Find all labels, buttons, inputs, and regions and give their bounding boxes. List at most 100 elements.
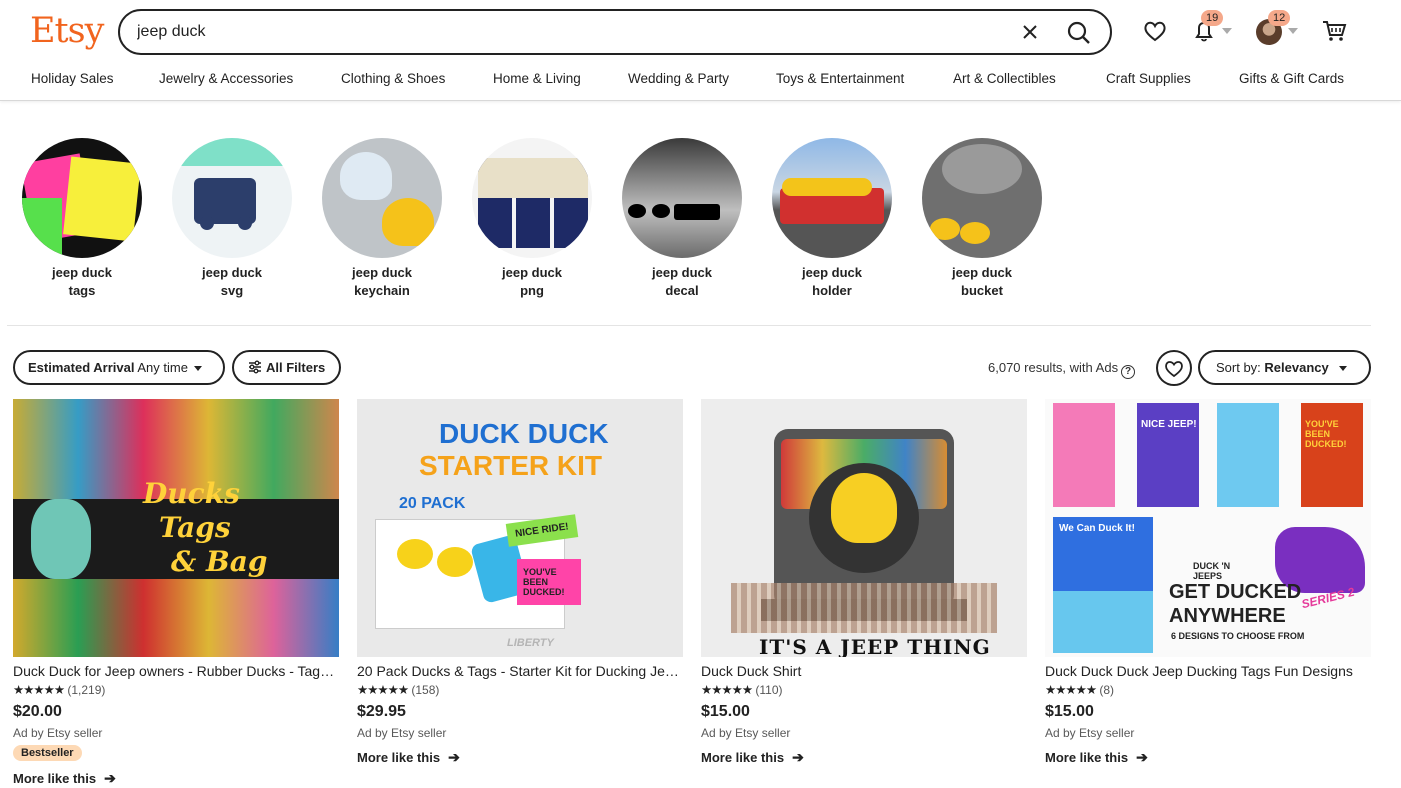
listing-rating: ★★★★★ (110) (701, 683, 1027, 697)
more-like-this-label: More like this (13, 771, 97, 786)
nav-item-holiday-sales[interactable]: Holiday Sales (31, 71, 114, 86)
related-search-image (772, 138, 892, 258)
listing-rating: ★★★★★ (1,219) (13, 683, 339, 697)
listing-title[interactable]: Duck Duck for Jeep owners - Rubber Ducks… (13, 662, 339, 680)
listing-card[interactable]: NICE JEEP! YOU'VE BEEN DUCKED! We Can Du… (1045, 399, 1371, 766)
ad-label: Ad by Etsy seller (357, 726, 447, 740)
nav-item-toys-entertainment[interactable]: Toys & Entertainment (776, 71, 904, 86)
cart-icon[interactable] (1320, 17, 1348, 45)
listing-rating: ★★★★★ (158) (357, 683, 683, 697)
related-search-png[interactable]: jeep duck png (472, 138, 592, 300)
image-text: YOU'VE BEEN DUCKED! (1305, 419, 1347, 449)
arrow-right-icon: ➔ (448, 749, 460, 765)
listing-price: $15.00 (1045, 703, 1094, 720)
close-icon[interactable] (1018, 20, 1042, 44)
search-icon[interactable] (1064, 18, 1094, 48)
image-text: YOU'VE BEEN DUCKED! (517, 559, 581, 605)
related-search-label: jeep duck (52, 265, 112, 280)
listing-title[interactable]: 20 Pack Ducks & Tags - Starter Kit for D… (357, 662, 683, 680)
related-search-holder[interactable]: jeep duck holder (772, 138, 892, 300)
more-like-this-label: More like this (1045, 750, 1129, 765)
estimated-arrival-value: Any time (137, 360, 188, 375)
filter-sliders-icon (249, 360, 261, 374)
heart-icon[interactable] (1141, 17, 1169, 45)
image-text: We Can Duck It! (1059, 523, 1135, 534)
related-search-keychain[interactable]: jeep duck keychain (322, 138, 442, 300)
save-search-button[interactable] (1156, 350, 1192, 386)
star-rating-icon: ★★★★★ (357, 683, 409, 697)
more-like-this-button[interactable]: More like this ➔ (13, 770, 339, 787)
listing-title[interactable]: Duck Duck Duck Jeep Ducking Tags Fun Des… (1045, 662, 1371, 680)
nav-item-wedding-party[interactable]: Wedding & Party (628, 71, 729, 86)
listing-image[interactable]: NICE JEEP! YOU'VE BEEN DUCKED! We Can Du… (1045, 399, 1371, 657)
category-nav: Holiday Sales Jewelry & Accessories Clot… (0, 71, 1401, 91)
image-text: STARTER KIT (419, 450, 603, 481)
image-text: & Bag (171, 545, 268, 578)
related-search-label: jeep duck (502, 265, 562, 280)
related-search-sublabel: svg (220, 283, 244, 298)
account-badge: 12 (1268, 10, 1291, 26)
bestseller-badge: Bestseller (13, 745, 82, 761)
nav-item-art-collectibles[interactable]: Art & Collectibles (953, 71, 1056, 86)
listing-price: $15.00 (701, 703, 750, 720)
nav-item-craft-supplies[interactable]: Craft Supplies (1106, 71, 1191, 86)
related-search-tags[interactable]: jeep duck tags (22, 138, 142, 300)
ad-label: Ad by Etsy seller (701, 726, 791, 740)
listing-image[interactable]: IT'S A JEEP THING (701, 399, 1027, 657)
nav-item-home-living[interactable]: Home & Living (493, 71, 581, 86)
listing-card[interactable]: Ducks Tags & Bag Duck Duck for Jeep owne… (13, 399, 339, 787)
listing-image[interactable]: DUCK DUCK STARTER KIT 20 PACK NICE RIDE!… (357, 399, 683, 657)
review-count: (110) (755, 683, 783, 697)
related-search-sublabel: holder (812, 283, 852, 298)
related-search-sublabel: decal (665, 283, 699, 298)
image-text: LIBERTY (507, 637, 554, 649)
all-filters-button[interactable]: All Filters (232, 350, 341, 385)
listing-price: $29.95 (357, 703, 406, 720)
nav-item-gifts-gift-cards[interactable]: Gifts & Gift Cards (1239, 71, 1344, 86)
help-icon[interactable]: ? (1121, 365, 1136, 379)
image-text: DUCK 'N JEEPS (1193, 561, 1231, 581)
arrow-right-icon: ➔ (104, 770, 116, 786)
more-like-this-label: More like this (701, 750, 785, 765)
more-like-this-button[interactable]: More like this ➔ (357, 749, 683, 766)
ad-label: Ad by Etsy seller (13, 726, 103, 740)
sort-label: Sort by: (1216, 360, 1261, 375)
more-like-this-label: More like this (357, 750, 441, 765)
more-like-this-button[interactable]: More like this ➔ (701, 749, 1027, 766)
image-text: IT'S A JEEP THING (759, 635, 991, 657)
etsy-logo[interactable]: Etsy (30, 11, 104, 51)
listing-card[interactable]: DUCK DUCK STARTER KIT 20 PACK NICE RIDE!… (357, 399, 683, 766)
arrow-right-icon: ➔ (1136, 749, 1148, 765)
search-bar (118, 9, 1112, 55)
related-search-bucket[interactable]: jeep duck bucket (922, 138, 1042, 300)
related-search-sublabel: bucket (961, 283, 1003, 298)
related-search-image (922, 138, 1042, 258)
chevron-down-icon (193, 366, 202, 371)
related-search-image (172, 138, 292, 258)
nav-item-jewelry-accessories[interactable]: Jewelry & Accessories (159, 71, 293, 86)
image-text: Ducks (143, 477, 240, 510)
estimated-arrival-filter[interactable]: Estimated Arrival Any time (13, 350, 225, 385)
related-search-label: jeep duck (202, 265, 262, 280)
listing-rating: ★★★★★ (8) (1045, 683, 1371, 697)
listing-title[interactable]: Duck Duck Shirt (701, 662, 1027, 680)
related-search-image (472, 138, 592, 258)
related-search-svg[interactable]: jeep duck svg (172, 138, 292, 300)
review-count: (1,219) (67, 683, 106, 697)
related-search-sublabel: png (520, 283, 544, 298)
sort-value: Relevancy (1264, 360, 1329, 375)
heart-icon (1165, 361, 1183, 378)
sort-dropdown[interactable]: Sort by: Relevancy (1198, 350, 1371, 385)
listing-card[interactable]: IT'S A JEEP THING Duck Duck Shirt ★★★★★ … (701, 399, 1027, 766)
related-search-label: jeep duck (952, 265, 1012, 280)
more-like-this-button[interactable]: More like this ➔ (1045, 749, 1371, 766)
chevron-down-icon (1288, 28, 1298, 34)
review-count: (8) (1099, 683, 1115, 697)
all-filters-label: All Filters (266, 360, 326, 375)
nav-item-clothing-shoes[interactable]: Clothing & Shoes (341, 71, 445, 86)
chevron-down-icon (1222, 28, 1232, 34)
image-text: Tags (159, 511, 231, 544)
search-input[interactable] (137, 20, 997, 44)
related-search-decal[interactable]: jeep duck decal (622, 138, 742, 300)
listing-image[interactable]: Ducks Tags & Bag (13, 399, 339, 657)
